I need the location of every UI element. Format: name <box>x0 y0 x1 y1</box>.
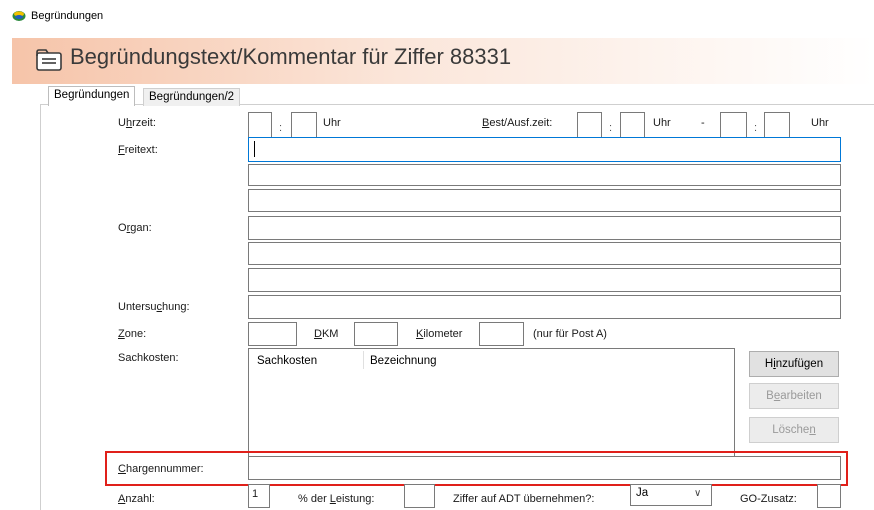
dkm-label: DKM <box>314 328 339 340</box>
anzahl-value: 1 <box>252 488 259 500</box>
dash-separator: - <box>701 117 705 129</box>
colon-separator: : <box>609 122 613 134</box>
sachkosten-label: Sachkosten: <box>118 352 179 364</box>
freitext-input-3[interactable] <box>248 189 841 212</box>
tab-begruendungen-2[interactable]: Begründungen/2 <box>143 88 241 106</box>
organ-input-3[interactable] <box>248 268 841 292</box>
best-minute-input[interactable] <box>620 112 645 138</box>
freitext-input-2[interactable] <box>248 164 841 186</box>
kilometer-label: Kilometer <box>416 328 463 340</box>
uhrzeit-hour-input[interactable] <box>248 112 272 138</box>
go-zusatz-input[interactable] <box>817 484 841 508</box>
app-logo-icon <box>12 11 26 21</box>
column-divider[interactable] <box>363 351 364 369</box>
tab-begruendungen[interactable]: Begründungen <box>48 86 136 106</box>
untersuchung-input[interactable] <box>248 295 841 319</box>
adt-label: Ziffer auf ADT übernehmen?: <box>453 493 595 505</box>
ausf-hour-input[interactable] <box>720 112 747 138</box>
zone-label: Zone: <box>118 328 147 340</box>
add-button[interactable]: Hinzufügen <box>749 351 839 377</box>
ausf-minute-input[interactable] <box>764 112 790 138</box>
folder-document-icon <box>36 49 62 71</box>
dkm-input[interactable] <box>354 322 398 346</box>
adt-select-value: Ja <box>636 487 649 499</box>
column-header-bezeichnung[interactable]: Bezeichnung <box>370 355 437 367</box>
anzahl-label: Anzahl: <box>118 493 155 505</box>
highlight-annotation <box>105 451 848 486</box>
go-zusatz-label: GO-Zusatz: <box>740 493 797 505</box>
uhr-label: Uhr <box>653 117 671 129</box>
organ-input-2[interactable] <box>248 242 841 265</box>
uhrzeit-label: Uhrzeit: <box>118 117 156 129</box>
chevron-down-icon: ∨ <box>694 488 702 499</box>
organ-label: Organ: <box>118 222 152 234</box>
text-caret <box>254 141 255 157</box>
organ-input-1[interactable] <box>248 216 841 240</box>
window-title: Begründungen <box>31 10 104 22</box>
best-ausf-zeit-label: Best/Ausf.zeit: <box>482 117 553 129</box>
list-header <box>249 349 734 371</box>
leistung-label: % der Leistung: <box>298 493 375 505</box>
zone-input[interactable] <box>248 322 297 346</box>
colon-separator: : <box>279 122 283 134</box>
window-titlebar <box>0 0 874 32</box>
uhrzeit-minute-input[interactable] <box>291 112 317 138</box>
kilometer-input[interactable] <box>479 322 524 346</box>
column-header-sachkosten[interactable]: Sachkosten <box>257 355 317 367</box>
delete-button[interactable]: Löschen <box>749 417 839 443</box>
uhr-label: Uhr <box>323 117 341 129</box>
best-hour-input[interactable] <box>577 112 602 138</box>
freitext-label: Freitext: <box>118 144 158 156</box>
colon-separator: : <box>754 122 758 134</box>
edit-button[interactable]: Bearbeiten <box>749 383 839 409</box>
leistung-input[interactable] <box>404 484 435 508</box>
page-title: Begründungstext/Kommentar für Ziffer 883… <box>70 44 512 69</box>
untersuchung-label: Untersuchung: <box>118 301 190 313</box>
freitext-input-1[interactable] <box>248 137 841 162</box>
uhr-label: Uhr <box>811 117 829 129</box>
post-a-note: (nur für Post A) <box>533 328 607 340</box>
